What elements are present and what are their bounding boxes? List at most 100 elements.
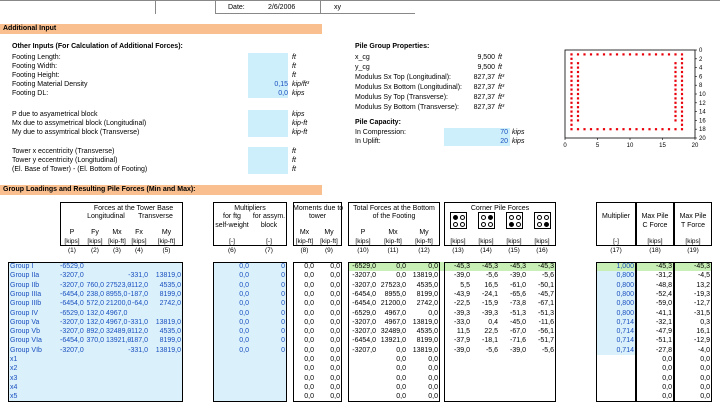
table-cell[interactable]: 0,0 [408,355,438,364]
table-cell[interactable]: -112,0 [128,281,148,290]
table-cell[interactable]: -187,0 [128,336,148,345]
input-cell[interactable] [248,71,288,80]
table-cell[interactable]: 16,1 [674,327,710,336]
table-cell[interactable]: 0,0 [293,290,314,299]
table-cell[interactable]: 0,800 [596,271,634,280]
table-cell[interactable]: 13819,0 [408,346,438,355]
table-cell[interactable]: -61,0 [500,281,526,290]
table-cell[interactable]: 0,0 [293,318,314,327]
table-cell[interactable]: 0,0 [213,346,249,355]
input-cell[interactable] [248,62,288,71]
table-cell[interactable]: 0 [251,299,285,308]
table-cell[interactable]: -43,9 [444,290,470,299]
table-cell[interactable]: -71,6 [500,336,526,345]
table-cell[interactable]: 0 [251,309,285,318]
table-cell[interactable]: -331,0 [128,346,148,355]
table-cell[interactable]: 4967,0 [106,309,127,318]
table-cell[interactable]: 13921,0 [106,336,131,345]
table-cell[interactable]: 0,0 [316,346,340,355]
table-cell[interactable]: 0,3 [674,318,710,327]
table-cell[interactable]: 0,0 [378,374,406,383]
table-cell[interactable]: -6454,0 [60,290,84,299]
table-cell[interactable]: 370,0 [84,336,104,345]
table-cell[interactable]: -51,7 [528,336,554,345]
table-cell[interactable]: 8955,0 [106,290,127,299]
table-cell[interactable]: 4535,0 [408,327,438,336]
table-cell[interactable]: -37,9 [444,336,470,345]
table-cell[interactable]: 13819,0 [150,318,181,327]
table-cell[interactable]: 0,0 [378,271,406,280]
table-cell[interactable]: 13,2 [674,281,710,290]
table-cell[interactable]: 22,5 [472,327,498,336]
table-cell[interactable]: 0,0 [636,364,672,373]
table-cell[interactable]: 21200,0 [106,299,131,308]
table-cell[interactable]: 0,714 [596,318,634,327]
table-cell[interactable]: 2742,0 [408,299,438,308]
table-cell[interactable]: -45,3 [636,262,672,271]
table-cell[interactable]: 0,0 [316,383,340,392]
table-cell[interactable]: 760,0 [84,281,104,290]
table-cell[interactable]: 0,714 [596,336,634,345]
table-cell[interactable]: -51,1 [636,336,672,345]
table-cell[interactable]: 892,0 [84,327,104,336]
table-cell[interactable]: 0,0 [293,299,314,308]
table-cell[interactable]: -45,3 [528,262,554,271]
table-cell[interactable]: 4967,0 [106,318,127,327]
table-cell[interactable]: 0,0 [213,336,249,345]
table-cell[interactable]: -3207,0 [60,271,84,280]
table-cell[interactable]: -45,3 [674,262,710,271]
table-cell[interactable]: 0,0 [293,392,314,401]
table-cell[interactable]: 0 [251,271,285,280]
table-cell[interactable]: 0,0 [293,327,314,336]
table-cell[interactable]: 0,0 [293,309,314,318]
table-cell[interactable]: -22,5 [444,299,470,308]
table-cell[interactable]: -6454,0 [60,299,84,308]
table-cell[interactable]: -24,1 [472,290,498,299]
table-cell[interactable]: 0,0 [293,346,314,355]
table-cell[interactable]: 0,0 [213,281,249,290]
table-cell[interactable]: -47,9 [636,327,672,336]
table-cell[interactable]: -5,6 [528,271,554,280]
table-cell[interactable]: -45,3 [472,262,498,271]
table-cell[interactable]: 238,0 [84,290,104,299]
table-cell[interactable]: 0,0 [316,290,340,299]
input-cell[interactable] [248,128,288,137]
table-cell[interactable]: 0,0 [674,355,710,364]
table-cell[interactable]: 0,0 [293,374,314,383]
table-cell[interactable]: 0,0 [213,262,249,271]
table-cell[interactable]: -3207,0 [60,327,84,336]
table-cell[interactable]: 0,0 [316,318,340,327]
table-cell[interactable]: 13921,0 [378,336,406,345]
table-cell[interactable]: -64,0 [128,299,148,308]
table-cell[interactable]: -73,8 [500,299,526,308]
table-cell[interactable]: 0,0 [636,392,672,401]
table-cell[interactable]: -59,0 [636,299,672,308]
table-cell[interactable]: 0,0 [378,364,406,373]
table-cell[interactable]: 0,0 [316,336,340,345]
table-cell[interactable]: -3207,0 [60,281,84,290]
table-cell[interactable]: 0 [251,336,285,345]
table-cell[interactable]: 0,0 [316,392,340,401]
table-cell[interactable]: 0,0 [316,271,340,280]
table-cell[interactable]: 0,0 [213,309,249,318]
table-cell[interactable]: 32489,0 [378,327,406,336]
input-cell[interactable] [248,119,288,128]
table-cell[interactable]: 16,5 [472,281,498,290]
table-cell[interactable]: 0,0 [674,374,710,383]
table-cell[interactable]: 0,800 [596,290,634,299]
table-cell[interactable]: -48,8 [636,281,672,290]
table-cell[interactable]: 0,0 [408,374,438,383]
table-cell[interactable]: 0,0 [408,383,438,392]
table-cell[interactable]: 11,5 [444,327,470,336]
table-cell[interactable]: 2742,0 [150,299,181,308]
table-cell[interactable]: 0,0 [316,281,340,290]
table-cell[interactable]: 0,0 [316,299,340,308]
table-cell[interactable]: -39,0 [444,346,470,355]
table-cell[interactable]: -19,3 [674,290,710,299]
table-cell[interactable]: 0,0 [293,336,314,345]
table-cell[interactable]: -5,6 [528,346,554,355]
table-cell[interactable]: -12,7 [674,299,710,308]
table-cell[interactable]: -39,3 [444,309,470,318]
table-cell[interactable]: 0,0 [293,355,314,364]
table-cell[interactable]: 0,0 [293,364,314,373]
